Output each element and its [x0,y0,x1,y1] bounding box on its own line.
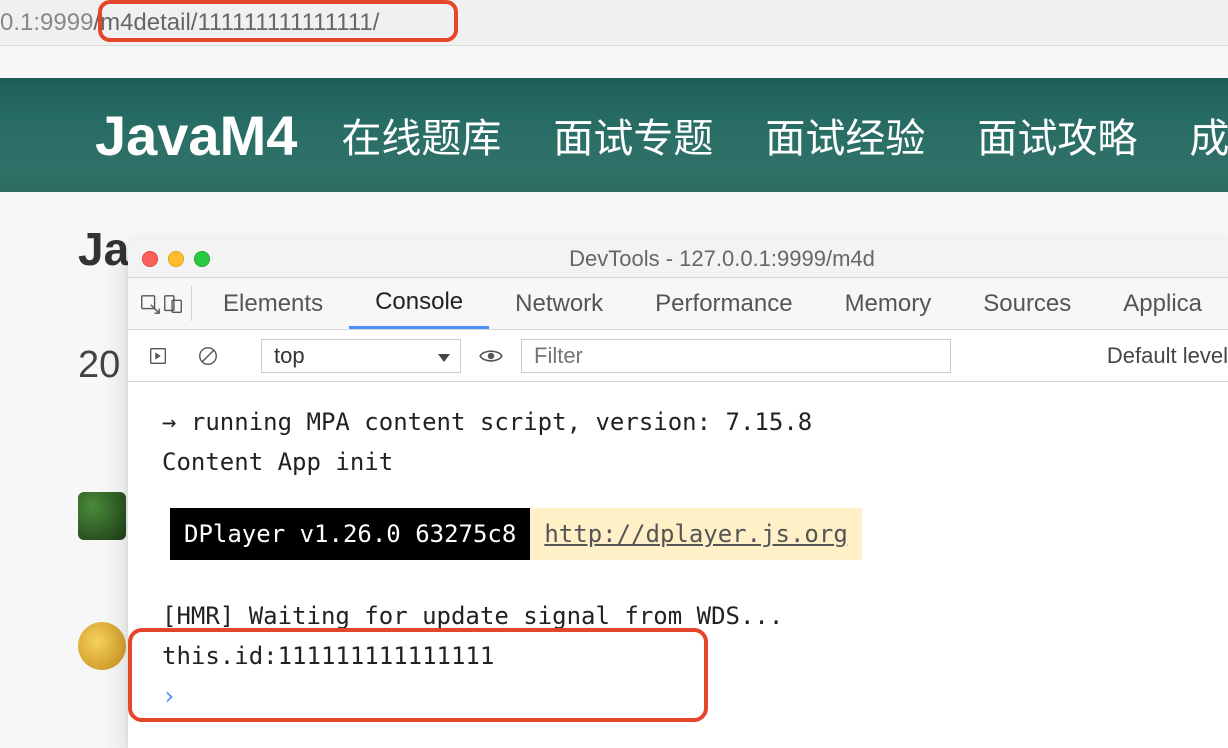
avatar [78,492,126,540]
device-toggle-icon[interactable] [161,278,184,329]
nav-item-questions[interactable]: 在线题库 [341,106,501,164]
console-line: this.id:111111111111111 [162,636,1208,676]
console-output: → running MPA content script, version: 7… [128,382,1228,716]
dplayer-badge: DPlayer v1.26.0 63275c8 [170,508,530,560]
nav-item-strategy[interactable]: 面试攻略 [977,106,1137,164]
context-select[interactable]: top [261,339,461,373]
tab-network[interactable]: Network [489,278,629,329]
live-expression-icon[interactable] [471,343,511,369]
nav-item-interview-topics[interactable]: 面试专题 [553,106,713,164]
log-levels-select[interactable]: Default level [1107,343,1228,369]
clear-console-icon[interactable] [188,345,228,367]
context-select-value: top [274,343,305,369]
console-badge-row: DPlayer v1.26.0 63275c8 http://dplayer.j… [170,508,1208,560]
tab-application[interactable]: Applica [1097,278,1228,329]
brand-title[interactable]: JavaM4 [95,103,297,168]
tab-elements[interactable]: Elements [197,278,349,329]
tab-memory[interactable]: Memory [819,278,958,329]
browser-address-bar[interactable]: 0.1:9999/m4detail/111111111111111/ [0,0,1228,46]
tab-sources[interactable]: Sources [957,278,1097,329]
console-line: → running MPA content script, version: 7… [162,402,1208,442]
nav-item-experience[interactable]: 面试经验 [765,106,925,164]
avatar [78,622,126,670]
devtools-window: DevTools - 127.0.0.1:9999/m4d Elements C… [128,240,1228,748]
minimize-icon[interactable] [168,251,184,267]
close-icon[interactable] [142,251,158,267]
tab-performance[interactable]: Performance [629,278,818,329]
console-line: Content App init [162,442,1208,482]
devtools-title: DevTools - 127.0.0.1:9999/m4d [230,246,1214,272]
inspect-icon[interactable] [138,278,161,329]
window-controls [142,251,210,267]
devtools-titlebar: DevTools - 127.0.0.1:9999/m4d [128,240,1228,278]
maximize-icon[interactable] [194,251,210,267]
tab-console[interactable]: Console [349,278,489,329]
console-prompt[interactable]: › [162,676,1208,716]
nav-item-partial[interactable]: 成 [1189,106,1228,164]
console-filter-input[interactable] [521,339,951,373]
toggle-sidebar-icon[interactable] [138,345,178,367]
console-toolbar: top Default level [128,330,1228,382]
devtools-tabs: Elements Console Network Performance Mem… [128,278,1228,330]
site-nav: JavaM4 在线题库 面试专题 面试经验 面试攻略 成 [0,78,1228,192]
address-host: 0.1:9999 [0,9,93,37]
address-path: /m4detail/111111111111111/ [93,9,379,37]
dplayer-link[interactable]: http://dplayer.js.org [530,508,861,560]
console-line: [HMR] Waiting for update signal from WDS… [162,596,1208,636]
separator [191,286,192,321]
